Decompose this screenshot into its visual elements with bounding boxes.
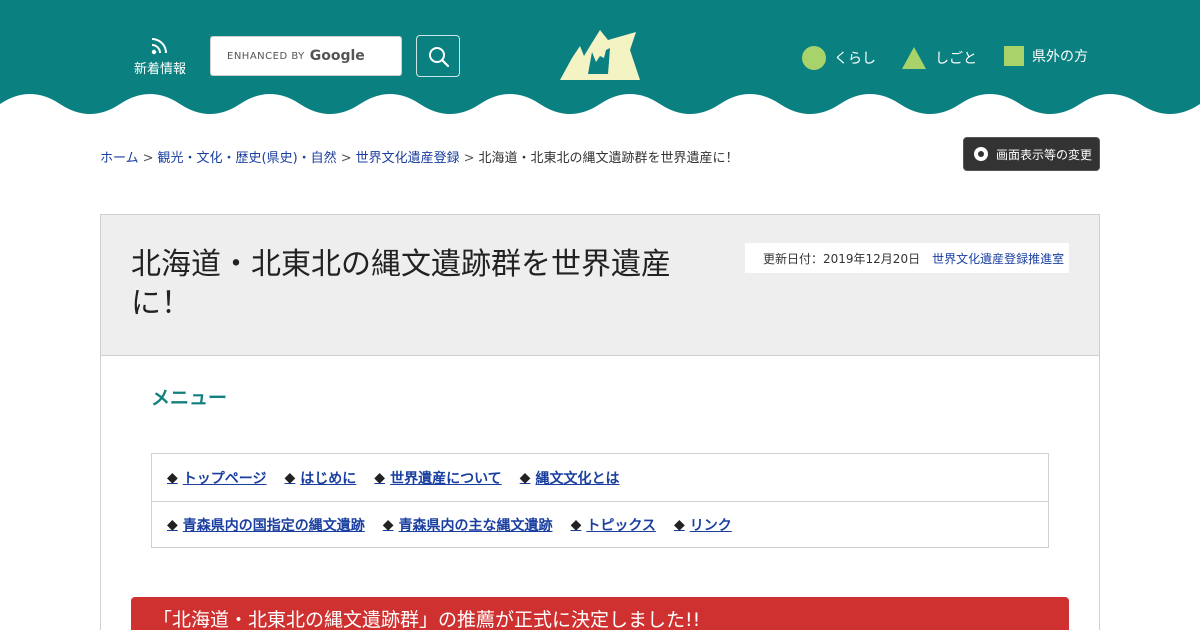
diamond-icon: ◆	[167, 469, 178, 486]
menu-link-label: トップページ	[182, 470, 267, 487]
display-settings-label: 画面表示等の変更	[996, 147, 1093, 162]
display-settings-button[interactable]: 画面表示等の変更	[963, 137, 1100, 171]
nav-kurashi[interactable]: くらし	[802, 46, 876, 70]
menu-link-label: 青森県内の国指定の縄文遺跡	[182, 518, 365, 534]
page-meta: 更新日付：2019年12月20日 世界文化遺産登録推進室	[745, 243, 1069, 273]
notice-banner: 「北海道・北東北の縄文遺跡群」の推薦が正式に決定しました!!	[131, 597, 1069, 630]
breadcrumb-separator: >	[142, 151, 154, 166]
diamond-icon: ◆	[519, 469, 531, 486]
menu-link-label: 縄文文化とは	[535, 470, 620, 487]
search-icon	[429, 47, 450, 68]
circle-icon	[802, 46, 826, 70]
diamond-icon: ◆	[382, 517, 394, 533]
menu-link-jomon-culture[interactable]: ◆ 縄文文化とは	[520, 468, 620, 488]
breadcrumb-tourism[interactable]: 観光・文化・歴史(県史)・自然	[158, 151, 337, 166]
nav-kurashi-label: くらし	[834, 51, 876, 67]
logo-icon	[560, 30, 640, 80]
nav-kengai-label: 県外の方	[1032, 49, 1088, 65]
aomori-logo[interactable]	[560, 28, 642, 86]
menu-link-topics[interactable]: ◆ トピックス	[571, 515, 656, 535]
breadcrumb: ホーム > 観光・文化・歴史(県史)・自然 > 世界文化遺産登録 > 北海道・北東北の縄文遺…	[100, 147, 739, 166]
diamond-icon: ◆	[374, 469, 386, 486]
diamond-icon: ◆	[570, 517, 582, 533]
breadcrumb-world-heritage[interactable]: 世界文化遺産登録	[356, 151, 460, 166]
rss-icon	[151, 38, 167, 55]
menu-link-national-sites[interactable]: ◆ 青森県内の国指定の縄文遺跡	[167, 515, 365, 535]
department-link[interactable]: 世界文化遺産登録推進室	[932, 250, 1064, 267]
notice-text: 「北海道・北東北の縄文遺跡群」の推薦が正式に決定しました!!	[153, 609, 701, 630]
menu-link-top[interactable]: ◆ トップページ	[167, 468, 267, 488]
breadcrumb-separator: >	[463, 151, 475, 166]
breadcrumb-current: 北海道・北東北の縄文遺跡群を世界遺産に！	[478, 151, 739, 166]
menu-link-label: 青森県内の主な縄文遺跡	[398, 518, 553, 534]
menu-heading: メニュー	[151, 387, 228, 409]
news-link[interactable]: 新着情報	[128, 36, 192, 77]
menu-link-main-sites[interactable]: ◆ 青森県内の主な縄文遺跡	[383, 515, 553, 535]
menu-link-intro[interactable]: ◆ はじめに	[285, 468, 357, 488]
menu-link-links[interactable]: ◆ リンク	[674, 515, 732, 535]
menu-link-label: 世界遺産について	[390, 470, 502, 487]
page-title-line2: に！	[131, 286, 191, 321]
enhanced-by-label: ENHANCED BY	[227, 50, 305, 62]
radio-dot-icon	[974, 147, 988, 161]
menu-row: ◆ トップページ ◆ はじめに ◆ 世界遺産について ◆ 縄文文化とは	[152, 454, 1048, 501]
menu-link-label: トピックス	[586, 518, 656, 534]
news-label: 新着情報	[133, 62, 186, 77]
diamond-icon: ◆	[167, 517, 178, 533]
breadcrumb-separator: >	[340, 151, 352, 166]
updated-date: 更新日付：2019年12月20日	[763, 251, 921, 266]
menu-link-label: はじめに	[300, 470, 357, 487]
main-content-card: 北海道・北東北の縄文遺跡群を世界遺産 に！ 更新日付：2019年12月20日 世…	[100, 214, 1100, 630]
site-header: 新着情報 ENHANCED BY Google くらし しごと 県外の方	[0, 0, 1200, 124]
menu-link-about-heritage[interactable]: ◆ 世界遺産について	[374, 468, 501, 488]
menu-link-label: リンク	[689, 518, 732, 534]
menu-row: ◆ 青森県内の国指定の縄文遺跡 ◆ 青森県内の主な縄文遺跡 ◆ トピックス ◆ リンク	[152, 501, 1048, 548]
breadcrumb-home[interactable]: ホーム	[100, 151, 139, 166]
nav-shigoto-label: しごと	[935, 51, 977, 67]
search-input[interactable]: ENHANCED BY Google	[210, 36, 402, 76]
menu-box: ◆ トップページ ◆ はじめに ◆ 世界遺産について ◆ 縄文文化とは ◆ 青森県内の国指…	[151, 453, 1049, 548]
square-icon	[1004, 46, 1024, 66]
nav-kengai[interactable]: 県外の方	[1004, 46, 1088, 66]
page-title-line1: 北海道・北東北の縄文遺跡群を世界遺産	[131, 247, 671, 282]
diamond-icon: ◆	[284, 469, 296, 486]
page-title: 北海道・北東北の縄文遺跡群を世界遺産 に！	[131, 245, 691, 323]
page-header: 北海道・北東北の縄文遺跡群を世界遺産 に！ 更新日付：2019年12月20日 世…	[101, 215, 1099, 356]
search-button[interactable]	[416, 35, 460, 77]
google-label: Google	[309, 48, 365, 64]
nav-shigoto[interactable]: しごと	[901, 46, 977, 70]
diamond-icon: ◆	[673, 517, 685, 533]
triangle-icon	[902, 47, 926, 69]
